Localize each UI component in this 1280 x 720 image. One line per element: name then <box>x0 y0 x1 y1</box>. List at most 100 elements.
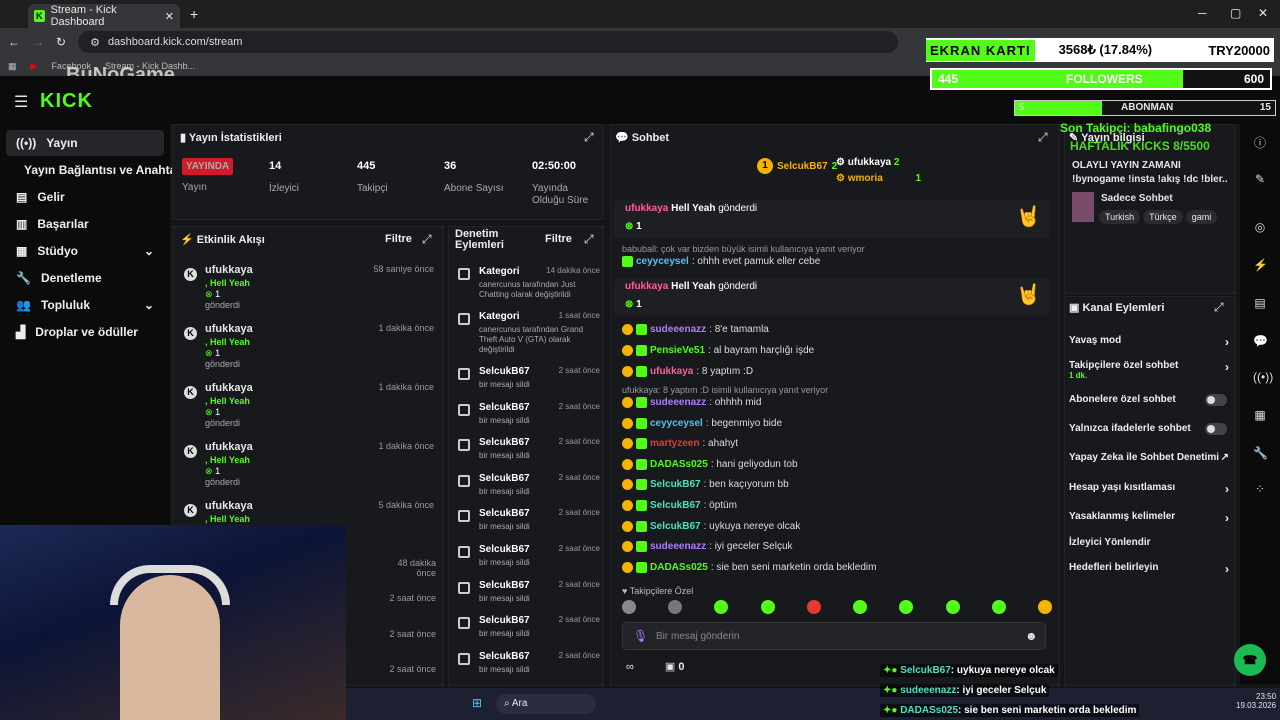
tag[interactable]: Turkish <box>1099 210 1141 224</box>
follower-progress-fill <box>932 70 1183 88</box>
channel-action-row[interactable]: Takipçilere özel sohbet 1 dk. › <box>1069 360 1229 380</box>
popout-icon[interactable]: ⤢ <box>1038 130 1048 145</box>
points-value: 0 <box>678 661 685 673</box>
chat-username[interactable]: martyzeen <box>650 438 699 449</box>
chat-input[interactable]: 🎙 Bir mesaj gönderin ☻ <box>622 622 1046 650</box>
camera-icon[interactable]: ◎ <box>1253 220 1267 234</box>
emote-icon[interactable] <box>622 600 636 614</box>
browser-tab[interactable]: K Stream - Kick Dashboard ✕ <box>28 4 180 28</box>
category-icon <box>458 268 470 280</box>
emote-icon[interactable] <box>806 600 821 614</box>
toggle-switch[interactable] <box>1205 394 1227 406</box>
emote-icon[interactable] <box>714 600 729 614</box>
event-time: 2 saat önce <box>389 593 436 603</box>
tag-list: Turkish Türkçe gami <box>1099 209 1229 224</box>
live-badge: YAYINDA <box>182 158 234 175</box>
sidebar-item-basarilar[interactable]: ▥ Başarılar <box>6 211 164 237</box>
url-field[interactable]: ⚙ dashboard.kick.com/stream <box>78 31 899 53</box>
chat-username[interactable]: sudeeenazz <box>650 397 706 408</box>
gift-box-icon[interactable]: ▣ <box>665 661 675 673</box>
chat-username[interactable]: DADASs025 <box>650 459 708 470</box>
badge-icon <box>636 541 647 553</box>
channel-action-row[interactable]: Yalnızca ifadelerle sohbet <box>1069 423 1229 435</box>
channel-action-row[interactable]: Yavaş mod › <box>1069 335 1229 349</box>
channel-action-row[interactable]: Hedefleri belirleyin › <box>1069 562 1229 576</box>
kick-logo[interactable]: KICK <box>40 90 93 113</box>
sidebar-item-yayin[interactable]: ((•)) Yayın <box>6 130 164 156</box>
chat-username[interactable]: sudeeenazz <box>650 324 706 335</box>
toggle-switch[interactable] <box>1205 423 1227 435</box>
chat-username[interactable]: DADASs025 <box>650 562 708 573</box>
emote-icon[interactable] <box>945 600 960 614</box>
kick-favicon-icon: K <box>34 10 45 22</box>
activity-filter-button[interactable]: Filtre <box>385 233 412 245</box>
sidebar-item-topluluk[interactable]: 👥 Topluluk ⌄ <box>6 292 164 318</box>
wrench-icon[interactable]: 🔧 <box>1253 446 1268 460</box>
popout-icon[interactable]: ⤢ <box>584 232 594 247</box>
sidebar-item-studyo[interactable]: ▦ Stüdyo ⌄ <box>6 238 164 264</box>
channel-action-row[interactable]: İzleyici Yönlendir <box>1069 537 1229 548</box>
maximize-icon[interactable]: ▢ <box>1230 6 1241 20</box>
sidebar-item-denetleme[interactable]: 🔧 Denetleme <box>6 265 164 291</box>
chat-username[interactable]: SelcukB67 <box>650 521 701 532</box>
site-info-icon[interactable]: ⚙ <box>90 36 100 49</box>
chat-username[interactable]: ceyyceysel <box>650 418 703 429</box>
info-icon[interactable]: ⓘ <box>1253 136 1267 150</box>
sidebar-item-droplar[interactable]: ▟ Droplar ve ödüller <box>6 319 164 345</box>
close-window-icon[interactable]: ✕ <box>1258 6 1268 20</box>
popout-icon[interactable]: ⤢ <box>1214 300 1224 315</box>
minimize-icon[interactable]: ─ <box>1198 6 1207 20</box>
tag[interactable]: Türkçe <box>1143 210 1183 224</box>
apps-icon[interactable]: ⁘ <box>1253 482 1267 496</box>
reply-context: babuball: çok var bizden büyük isimli ku… <box>622 244 865 254</box>
emote-icon[interactable] <box>899 600 914 614</box>
windows-start-icon[interactable]: ⊞ <box>472 696 482 710</box>
kick-icon: K <box>184 268 197 281</box>
back-icon[interactable]: ← <box>8 35 20 49</box>
chat-username[interactable]: SelcukB67 <box>650 479 701 490</box>
chat-username[interactable]: SelcukB67 <box>650 500 701 511</box>
badge-icon <box>636 417 647 429</box>
apps-icon[interactable]: ▦ <box>8 61 17 72</box>
points-icon[interactable]: ∞ <box>626 661 634 673</box>
new-tab-icon[interactable]: + <box>190 6 198 22</box>
moderation-filter-button[interactable]: Filtre <box>545 233 572 245</box>
chat-username[interactable]: PensieVe51 <box>650 345 705 356</box>
taskbar-search[interactable]: ⌕ Ara <box>496 694 596 714</box>
emote-icon[interactable] <box>853 600 868 614</box>
help-icon[interactable]: ☎ <box>1234 644 1266 676</box>
sidebar-item-stream-key[interactable]: Yayın Bağlantısı ve Anahtarı <box>6 157 184 183</box>
channel-action-row[interactable]: Yapay Zeka ile Sohbet Denetimi ↗ <box>1069 452 1229 463</box>
channel-action-row[interactable]: Yasaklanmış kelimeler › <box>1069 511 1229 525</box>
document-icon[interactable]: ▤ <box>1253 296 1267 310</box>
microphone-icon[interactable]: 🎙 <box>633 629 648 643</box>
chat-icon[interactable]: 💬 <box>1253 334 1268 348</box>
chat-username[interactable]: ufukkaya <box>650 366 693 377</box>
edit-icon[interactable]: ✎ <box>1253 172 1267 186</box>
chat-username[interactable]: sudeeenazz <box>650 541 706 552</box>
popout-icon[interactable]: ⤢ <box>584 130 594 145</box>
reload-icon[interactable]: ↻ <box>56 35 66 49</box>
flash-icon[interactable]: ⚡ <box>1253 258 1268 272</box>
youtube-icon[interactable]: ▶ <box>31 61 38 72</box>
sidebar-item-gelir[interactable]: ▤ Gelir <box>6 184 164 210</box>
channel-action-label: İzleyici Yönlendir <box>1069 537 1151 548</box>
close-tab-icon[interactable]: ✕ <box>165 10 174 23</box>
menu-icon[interactable]: ☰ <box>14 92 28 112</box>
emote-icon[interactable] <box>1037 600 1052 614</box>
sidebar-item-label: Başarılar <box>37 217 89 231</box>
channel-action-row[interactable]: Hesap yaşı kısıtlaması › <box>1069 482 1229 496</box>
channel-action-row[interactable]: Abonelere özel sohbet <box>1069 394 1229 406</box>
forward-icon[interactable]: → <box>32 35 44 49</box>
layout-icon[interactable]: ▦ <box>1253 408 1267 422</box>
tag[interactable]: gami <box>1185 210 1218 224</box>
broadcast-icon[interactable]: ((•)) <box>1253 370 1273 384</box>
kick-icon: K <box>184 445 197 458</box>
gift-count: ⊗ 1 <box>625 299 642 310</box>
emote-icon[interactable] <box>760 600 775 614</box>
emoji-icon[interactable]: ☻ <box>1025 629 1038 643</box>
emote-icon[interactable] <box>991 600 1006 614</box>
emote-icon[interactable] <box>668 600 683 614</box>
chat-message: sudeeenazz: 8'e tamamla <box>622 324 769 335</box>
popout-icon[interactable]: ⤢ <box>422 232 432 247</box>
